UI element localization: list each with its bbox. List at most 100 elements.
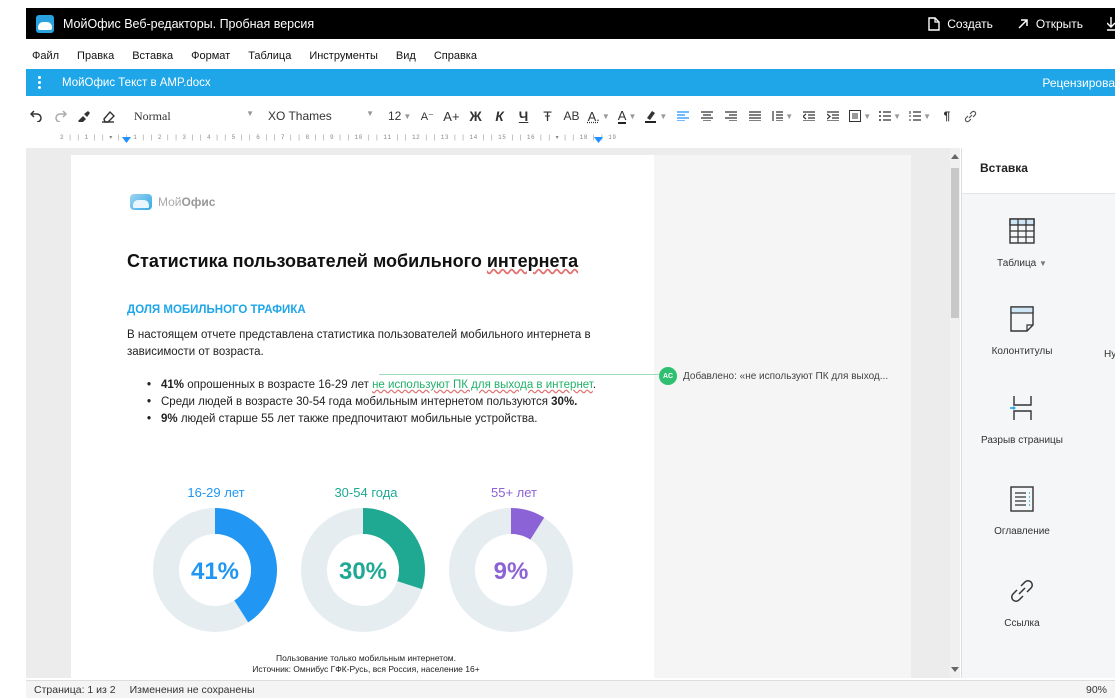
format-painter-icon[interactable] <box>76 106 92 126</box>
list-item: 41% опрошенных в возрасте 16-29 лет не и… <box>147 377 617 394</box>
comments-margin <box>654 155 911 678</box>
app-logo-icon <box>36 15 54 33</box>
insert-panel: Вставка Таблица ▼ Колонтитулы Ну Разрыв … <box>961 148 1115 678</box>
font-size-select[interactable]: 12 ▼ <box>388 106 411 126</box>
scroll-down-icon[interactable] <box>951 667 959 672</box>
donut-1: 41% <box>153 508 277 632</box>
donut-label-3: 55+ лет <box>454 485 574 500</box>
pilcrow-button[interactable]: ¶ <box>939 106 955 126</box>
italic-button[interactable]: К <box>492 106 508 126</box>
donut-value-label: 9% <box>494 558 529 585</box>
page-break-icon <box>962 395 1082 421</box>
tracked-change-connector <box>379 374 659 375</box>
bulleted-list-icon[interactable]: ▼ <box>879 106 901 126</box>
document-logo: МойОфис <box>130 194 215 210</box>
document-page[interactable]: МойОфис Статистика пользователей мобильн… <box>71 155 911 678</box>
donut-label-1: 16-29 лет <box>156 485 276 500</box>
insert-header-footer-button[interactable]: Колонтитулы <box>962 306 1082 357</box>
document-title: Статистика пользователей мобильного инте… <box>127 251 578 272</box>
zoom-level[interactable]: 90% <box>1086 684 1107 696</box>
open-label: Открыть <box>1036 17 1083 31</box>
header-footer-icon <box>962 306 1082 332</box>
chart-source-note: Пользование только мобильным интернетом.… <box>216 653 516 675</box>
line-spacing-icon[interactable]: ▼ <box>771 106 793 126</box>
increase-indent-icon[interactable] <box>825 106 841 126</box>
font-family-select[interactable]: XO Thames ▼ <box>268 109 374 123</box>
table-icon <box>962 218 1082 244</box>
insert-panel-title: Вставка <box>962 148 1115 194</box>
menu-format[interactable]: Формат <box>191 50 230 62</box>
align-justify-icon[interactable] <box>747 106 763 126</box>
menu-file[interactable]: Файл <box>32 50 59 62</box>
page-counter: Страница: 1 из 2 <box>34 684 116 696</box>
bold-button[interactable]: Ж <box>468 106 484 126</box>
increase-font-button[interactable]: A+ <box>443 106 459 126</box>
donut-label-2: 30-54 года <box>306 485 426 500</box>
table-of-contents-icon <box>962 486 1082 512</box>
menu-view[interactable]: Вид <box>396 50 416 62</box>
decrease-indent-icon[interactable] <box>801 106 817 126</box>
chevron-down-icon: ▼ <box>403 112 411 121</box>
align-center-icon[interactable] <box>699 106 715 126</box>
app-title: МойОфис Веб-редакторы. Пробная версия <box>63 17 314 31</box>
document-bar: МойОфис Текст в AMP.docx Рецензирова <box>26 69 1115 96</box>
align-right-icon[interactable] <box>723 106 739 126</box>
download-icon <box>1107 17 1115 31</box>
donut-2: 30% <box>301 508 425 632</box>
insert-page-break-button[interactable]: Разрыв страницы <box>962 395 1082 446</box>
clear-format-icon[interactable] <box>100 106 116 126</box>
menu-insert[interactable]: Вставка <box>132 50 173 62</box>
link-icon <box>962 578 1082 604</box>
more-vertical-icon[interactable] <box>35 76 43 89</box>
scrollbar-thumb[interactable] <box>951 168 959 318</box>
highlight-color-icon[interactable]: ▼ <box>644 106 667 126</box>
numbered-list-icon[interactable]: ▼ <box>909 106 931 126</box>
paragraph-style-value: Normal <box>134 109 171 124</box>
scroll-up-icon[interactable] <box>951 154 959 159</box>
paragraph-settings-icon[interactable]: ▼ <box>849 106 871 126</box>
inserted-text[interactable]: не используют ПК для выхода в интернет <box>372 379 593 391</box>
donut-3: 9% <box>449 508 573 632</box>
paragraph-style-select[interactable]: Normal ▼ <box>134 109 254 124</box>
document-file-name[interactable]: МойОфис Текст в AMP.docx <box>62 77 211 89</box>
vertical-scrollbar[interactable] <box>950 148 960 678</box>
menu-help[interactable]: Справка <box>434 50 477 62</box>
status-bar: Страница: 1 из 2 Изменения не сохранены … <box>26 680 1115 698</box>
insert-link-button[interactable]: Ссылка <box>962 578 1082 629</box>
document-workspace[interactable]: МойОфис Статистика пользователей мобильн… <box>26 148 960 678</box>
caps-button[interactable]: AB <box>564 106 580 126</box>
link-icon[interactable] <box>963 106 979 126</box>
undo-icon[interactable] <box>28 106 44 126</box>
redo-icon[interactable] <box>52 106 68 126</box>
insert-panel-clipped-label: Ну <box>1104 349 1115 360</box>
review-comment[interactable]: AC Добавлено: «не используют ПК для выхо… <box>659 367 888 385</box>
horizontal-ruler[interactable]: 2 | | 1 | | ▾ | | 1 | | 2 | | 3 | | 4 | … <box>60 134 960 144</box>
create-label: Создать <box>947 17 993 31</box>
menu-table[interactable]: Таблица <box>248 50 291 62</box>
font-color-icon[interactable]: A ▼ <box>618 106 637 126</box>
create-button[interactable]: Создать <box>928 17 993 31</box>
download-button[interactable] <box>1107 17 1115 31</box>
text-effects-icon[interactable]: A. ▼ <box>588 106 610 126</box>
insert-table-button[interactable]: Таблица ▼ <box>962 218 1082 269</box>
avatar: AC <box>659 367 677 385</box>
font-size-value: 12 <box>388 109 401 123</box>
section-heading: ДОЛЯ МОБИЛЬНОГО ТРАФИКА <box>127 304 306 316</box>
open-button[interactable]: Открыть <box>1017 17 1083 31</box>
document-brand: МойОфис <box>158 195 215 209</box>
new-document-icon <box>928 17 940 31</box>
review-mode-button[interactable]: Рецензирова <box>1042 76 1115 90</box>
ruler-scale: 2 | | 1 | | ▾ | | 1 | | 2 | | 3 | | 4 | … <box>60 134 617 141</box>
formatting-toolbar: Normal ▼ XO Thames ▼ 12 ▼ A⁻ A+ Ж К Ч Ŧ AB … <box>26 102 1115 130</box>
menu-tools[interactable]: Инструменты <box>309 50 378 62</box>
menu-edit[interactable]: Правка <box>77 50 114 62</box>
body-paragraph: В настоящем отчете представлена статисти… <box>127 327 627 361</box>
align-left-icon[interactable] <box>675 106 691 126</box>
strikethrough-button[interactable]: Ŧ <box>540 106 556 126</box>
decrease-font-button[interactable]: A⁻ <box>419 106 435 126</box>
donut-value-label: 41% <box>191 558 239 585</box>
bullet-list: 41% опрошенных в возрасте 16-29 лет не и… <box>147 377 617 428</box>
underline-button[interactable]: Ч <box>516 106 532 126</box>
comment-text: Добавлено: «не используют ПК для выход..… <box>683 371 888 382</box>
insert-toc-button[interactable]: Оглавление <box>962 486 1082 537</box>
